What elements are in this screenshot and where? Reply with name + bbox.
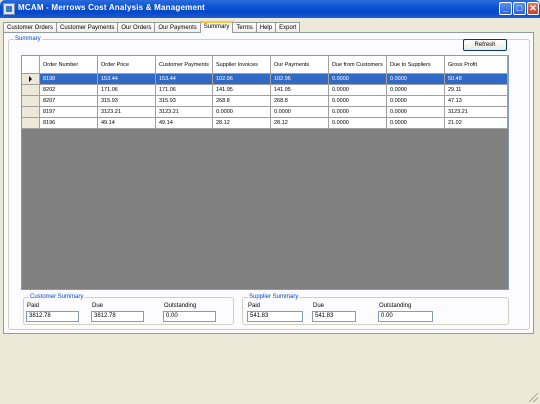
table-cell[interactable]: 8202 [40, 85, 98, 96]
table-cell[interactable]: 50.48 [445, 74, 508, 85]
table-cell[interactable]: 315.93 [98, 96, 156, 107]
supplier-paid-label: Paid [248, 303, 261, 309]
table-cell[interactable]: 8196 [40, 118, 98, 129]
resize-grip-icon[interactable] [529, 393, 538, 402]
column-header[interactable]: Gross Profit [445, 56, 508, 74]
row-selector[interactable] [22, 107, 40, 118]
table-cell[interactable]: 21.02 [445, 118, 508, 129]
table-cell[interactable]: 8197 [40, 107, 98, 118]
table-cell[interactable]: 268.8 [213, 96, 271, 107]
supplier-due-field[interactable]: 541.83 [312, 311, 356, 322]
summary-tab-panel: Summary Refresh Order Number Order Price… [3, 32, 534, 334]
row-selector[interactable] [22, 85, 40, 96]
row-selector[interactable] [22, 74, 40, 85]
table-cell[interactable]: 0.0000 [329, 74, 387, 85]
customer-due-field[interactable]: 3812.78 [91, 311, 144, 322]
customer-summary-groupbox: Customer Summary Paid 3812.78 Due 3812.7… [23, 294, 234, 325]
column-header[interactable]: Customer Payments [156, 56, 213, 74]
table-row[interactable]: 8207 315.93 315.93 268.8 268.8 0.0000 0.… [22, 96, 508, 107]
supplier-paid-field[interactable]: 541.83 [247, 311, 303, 322]
minimize-button[interactable]: _ [499, 2, 512, 15]
table-cell[interactable]: 0.0000 [387, 74, 445, 85]
table-cell[interactable]: 3123.21 [445, 107, 508, 118]
column-header[interactable]: Order Price [98, 56, 156, 74]
table-cell[interactable]: 8198 [40, 74, 98, 85]
table-cell[interactable]: 29.11 [445, 85, 508, 96]
table-cell[interactable]: 171.06 [98, 85, 156, 96]
table-cell[interactable]: 0.0000 [387, 96, 445, 107]
table-cell[interactable]: 0.0000 [329, 85, 387, 96]
table-cell[interactable]: 0.0000 [329, 96, 387, 107]
grid-corner [22, 56, 40, 74]
customer-outstanding-field[interactable]: 0.00 [163, 311, 216, 322]
column-header[interactable]: Due to Suppliers [387, 56, 445, 74]
supplier-summary-groupbox: Supplier Summary Paid 541.83 Due 541.83 … [242, 294, 509, 325]
table-cell[interactable]: 0.0000 [213, 107, 271, 118]
table-cell[interactable]: 8207 [40, 96, 98, 107]
column-header[interactable]: Order Number [40, 56, 98, 74]
table-cell[interactable]: 268.8 [271, 96, 329, 107]
tab-summary[interactable]: Summary [199, 21, 234, 33]
supplier-outstanding-label: Outstanding [379, 303, 412, 309]
customer-paid-label: Paid [27, 303, 40, 309]
table-cell[interactable]: 153.44 [98, 74, 156, 85]
table-cell[interactable]: 28.12 [271, 118, 329, 129]
supplier-summary-label: Supplier Summary [248, 294, 300, 301]
refresh-button[interactable]: Refresh [463, 39, 507, 51]
table-cell[interactable]: 0.0000 [387, 85, 445, 96]
table-cell[interactable]: 141.95 [213, 85, 271, 96]
title-bar[interactable]: MCAM - Merrows Cost Analysis & Managemen… [0, 0, 540, 18]
summary-grid[interactable]: Order Number Order Price Customer Paymen… [21, 55, 509, 290]
table-cell[interactable]: 47.13 [445, 96, 508, 107]
customer-paid-field[interactable]: 3812.78 [26, 311, 79, 322]
table-cell[interactable]: 0.0000 [329, 118, 387, 129]
table-row[interactable]: 8198 153.44 153.44 102.96 102.96 0.0000 … [22, 74, 508, 85]
table-cell[interactable]: 49.14 [156, 118, 213, 129]
customer-due-label: Due [92, 303, 104, 309]
column-header[interactable]: Our Payments [271, 56, 329, 74]
table-cell[interactable]: 3123.21 [156, 107, 213, 118]
row-selector[interactable] [22, 118, 40, 129]
row-selector[interactable] [22, 96, 40, 107]
window-title: MCAM - Merrows Cost Analysis & Managemen… [18, 3, 206, 12]
table-cell[interactable]: 141.95 [271, 85, 329, 96]
table-cell[interactable]: 49.14 [98, 118, 156, 129]
table-row[interactable]: 8197 3123.21 3123.21 0.0000 0.0000 0.000… [22, 107, 508, 118]
column-header[interactable]: Supplier Invoices [213, 56, 271, 74]
table-cell[interactable]: 0.0000 [387, 107, 445, 118]
table-cell[interactable]: 102.96 [271, 74, 329, 85]
close-button[interactable]: ✕ [527, 2, 539, 15]
customer-summary-label: Customer Summary [29, 294, 85, 301]
table-cell[interactable]: 102.96 [213, 74, 271, 85]
table-cell[interactable]: 0.0000 [329, 107, 387, 118]
table-cell[interactable]: 3123.21 [98, 107, 156, 118]
form-background [0, 334, 540, 404]
table-cell[interactable]: 171.06 [156, 85, 213, 96]
supplier-outstanding-field[interactable]: 0.00 [378, 311, 433, 322]
summary-group-label: Summary [14, 36, 42, 43]
app-icon [3, 3, 15, 15]
table-row[interactable]: 8196 49.14 49.14 28.12 28.12 0.0000 0.00… [22, 118, 508, 129]
customer-outstanding-label: Outstanding [164, 303, 197, 309]
table-cell[interactable]: 28.12 [213, 118, 271, 129]
table-cell[interactable]: 153.44 [156, 74, 213, 85]
supplier-due-label: Due [313, 303, 325, 309]
maximize-button[interactable]: □ [513, 2, 526, 15]
table-cell[interactable]: 315.93 [156, 96, 213, 107]
row-pointer-icon [29, 76, 32, 82]
table-row[interactable]: 8202 171.06 171.06 141.95 141.95 0.0000 … [22, 85, 508, 96]
table-cell[interactable]: 0.0000 [387, 118, 445, 129]
grid-header-row: Order Number Order Price Customer Paymen… [22, 56, 508, 74]
column-header[interactable]: Due from Customers [329, 56, 387, 74]
table-cell[interactable]: 0.0000 [271, 107, 329, 118]
